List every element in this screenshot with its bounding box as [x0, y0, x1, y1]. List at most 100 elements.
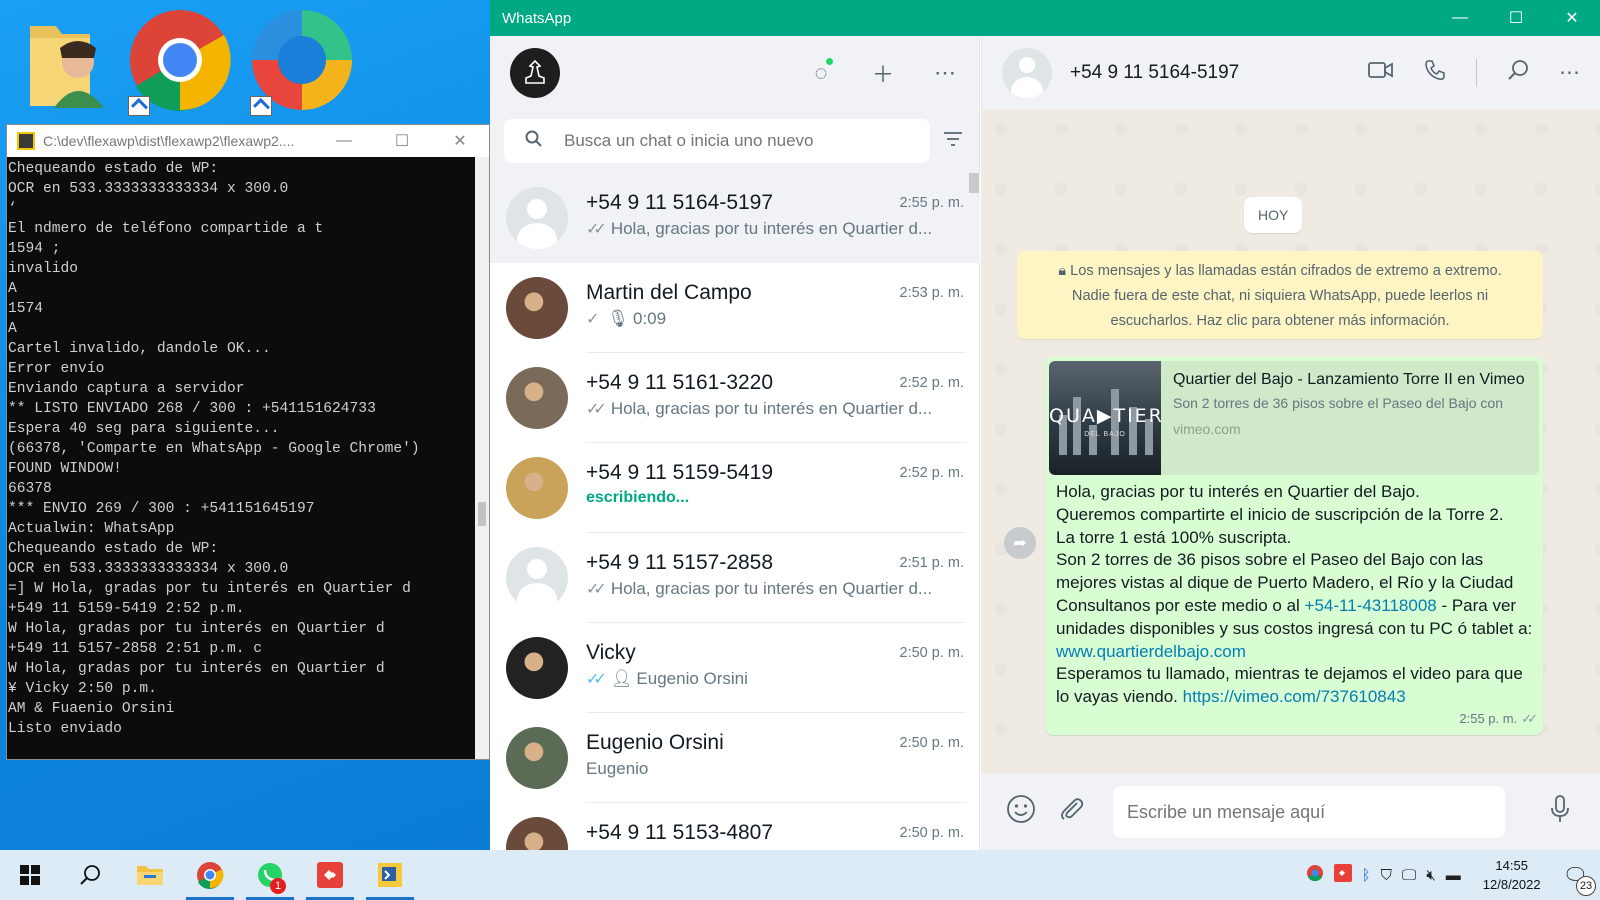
microphone-icon[interactable]	[1544, 794, 1576, 831]
console-line: Cartel invalido, dandole OK...	[8, 341, 271, 357]
console-app-icon	[17, 132, 35, 150]
anydesk-tray-icon[interactable]	[1333, 864, 1352, 886]
contact-name[interactable]: +54 9 11 5164-5197	[1070, 62, 1239, 84]
chat-avatar	[506, 637, 568, 699]
search-input[interactable]	[564, 131, 894, 151]
message-line: La torre 1 está 100% suscripta.	[1056, 527, 1292, 547]
encryption-notice[interactable]: 🔒︎ Los mensajes y las llamadas están cif…	[1017, 251, 1543, 339]
maximize-icon[interactable]: ☐	[1488, 8, 1544, 28]
day-label: HOY	[1244, 197, 1303, 233]
chat-list-pane: ◌ ＋ ⋯ +54 9 11 5164-51972:55 p. m.✓✓Hola…	[490, 36, 980, 850]
chat-item[interactable]: +54 9 11 5153-4807 2:50 p. m.	[490, 803, 980, 850]
video-call-icon[interactable]	[1368, 61, 1394, 85]
outgoing-message[interactable]: QUA▶TIER DEL BAJO Quartier del Bajo - La…	[1045, 357, 1543, 735]
console-scrollbar[interactable]	[475, 157, 489, 759]
minimize-icon[interactable]: —	[1432, 9, 1488, 27]
console-line: OCR en 533.3333333333334 x 300.0	[8, 181, 289, 197]
maximize-icon[interactable]: ☐	[373, 125, 431, 157]
chat-item[interactable]: +54 9 11 5164-5197 2:55 p. m. ✓✓ Hola, grac…	[490, 173, 980, 263]
file-explorer-icon[interactable]	[120, 850, 180, 900]
search-icon[interactable]	[1507, 59, 1529, 87]
bluetooth-icon[interactable]: ᛒ	[1362, 867, 1371, 884]
profile-avatar[interactable]	[510, 47, 560, 98]
search-row	[490, 109, 979, 173]
battery-icon[interactable]: ▬	[1446, 867, 1461, 884]
anydesk-taskbar-icon[interactable]	[300, 850, 360, 900]
forward-icon[interactable]: ➦	[1004, 527, 1036, 559]
whatsapp-taskbar-icon[interactable]: 1	[240, 850, 300, 900]
phone-link[interactable]: +54-11-43118008	[1305, 596, 1437, 615]
chat-item[interactable]: Eugenio Orsini 2:50 p. m. Eugenio	[490, 713, 980, 803]
new-chat-icon[interactable]: ＋	[869, 57, 897, 89]
whatsapp-titlebar[interactable]: WhatsApp — ☐ ✕	[490, 0, 1600, 36]
chat-time: 2:52 p. m.	[899, 375, 964, 391]
search-icon[interactable]	[60, 850, 120, 900]
console-line: Listo enviado	[8, 721, 122, 737]
console-line: +549 11 5157-2858 2:51 p.m. c	[8, 641, 262, 657]
emoji-icon[interactable]	[1005, 794, 1037, 831]
chat-item[interactable]: +54 9 11 5157-2858 2:51 p. m. ✓✓ Hola, grac…	[490, 533, 980, 623]
link-preview-domain: vimeo.com	[1173, 421, 1241, 437]
menu-icon[interactable]: ⋯	[931, 60, 959, 86]
console-window[interactable]: C:\dev\flexawp\dist\flexawp2\flexawp2...…	[6, 124, 490, 760]
user-folder-icon[interactable]	[20, 8, 130, 116]
chat-item[interactable]: Vicky 2:50 p. m. ✓✓ 👤︎ Eugenio Orsini	[490, 623, 980, 713]
website-link[interactable]: www.quartierdelbajo.com	[1056, 642, 1246, 661]
chat-preview: ✓✓ Hola, gracias por tu interés en Quarti…	[586, 579, 952, 599]
header-divider	[1476, 58, 1477, 87]
chat-avatar	[506, 547, 568, 609]
close-icon[interactable]: ✕	[431, 125, 489, 157]
volume-muted-icon[interactable]: 🔇︎	[1426, 867, 1435, 884]
conversation-pane: +54 9 11 5164-5197 ⋯ HOY 🔒︎ Los mensajes…	[981, 36, 1600, 850]
link-preview[interactable]: QUA▶TIER DEL BAJO Quartier del Bajo - La…	[1049, 361, 1539, 475]
system-tray: ᛒ ⛉ 🖵︎ 🔇︎ ▬ 14:55 12/8/2022 🗨︎ 23	[1306, 856, 1600, 896]
voice-call-icon[interactable]	[1424, 59, 1446, 87]
conversation-header[interactable]: +54 9 11 5164-5197 ⋯	[981, 36, 1600, 109]
clock-time: 14:55	[1495, 858, 1528, 873]
message-area[interactable]: HOY 🔒︎ Los mensajes y las llamadas están…	[981, 109, 1600, 774]
start-icon[interactable]	[0, 850, 60, 900]
console-titlebar[interactable]: C:\dev\flexawp\dist\flexawp2\flexawp2...…	[7, 125, 489, 157]
notifications-icon[interactable]: 🗨︎ 23	[1563, 863, 1596, 896]
chat-avatar	[506, 727, 568, 789]
microphone-icon: 🎙︎	[607, 309, 629, 328]
python-taskbar-icon[interactable]	[360, 850, 420, 900]
contact-avatar[interactable]	[1002, 47, 1052, 98]
search-box[interactable]	[504, 119, 930, 163]
chat-list-header: ◌ ＋ ⋯	[490, 36, 979, 109]
attach-icon[interactable]	[1055, 795, 1087, 830]
filter-icon[interactable]	[943, 131, 965, 152]
security-shield-icon[interactable]: ⛉	[1381, 867, 1392, 884]
desktop: C:\dev\flexawp\dist\flexawp2\flexawp2...…	[0, 0, 490, 850]
edge-shortcut-icon[interactable]	[250, 8, 360, 116]
encryption-line-1: Los mensajes y las llamadas están cifrad…	[1070, 263, 1502, 279]
chat-time: 2:50 p. m.	[899, 645, 964, 661]
console-line: Enviando captura a servidor	[8, 381, 245, 397]
console-output[interactable]: Chequeando estado de WP: OCR en 533.33333…	[7, 157, 477, 759]
lock-icon: 🔒︎	[1058, 263, 1067, 279]
console-line: ** LISTO ENVIADO 268 / 300 : +5411516247…	[8, 401, 376, 417]
chat-item[interactable]: +54 9 11 5161-3220 2:52 p. m. ✓✓ Hola, grac…	[490, 353, 980, 443]
chat-list-scrollbar[interactable]	[969, 173, 979, 193]
console-line: =] W Hola, gradas por tu interés en Quar…	[8, 581, 411, 597]
menu-icon[interactable]: ⋯	[1559, 60, 1580, 85]
chrome-tray-icon[interactable]	[1306, 864, 1324, 886]
chat-item[interactable]: Martin del Campo 2:53 p. m. ✓ 🎙︎ 0:09	[490, 263, 980, 353]
chat-avatar	[506, 457, 568, 519]
chrome-taskbar-icon[interactable]	[180, 850, 240, 900]
network-icon[interactable]: 🖵︎	[1402, 867, 1416, 884]
compose-bar	[981, 774, 1600, 850]
minimize-icon[interactable]: —	[315, 125, 373, 157]
message-input[interactable]	[1113, 786, 1505, 838]
chat-item[interactable]: +54 9 11 5159-5419 2:52 p. m. escribiendo.…	[490, 443, 980, 533]
chat-list[interactable]: +54 9 11 5164-5197 2:55 p. m. ✓✓ Hola, grac…	[490, 173, 980, 850]
chrome-shortcut-icon[interactable]	[128, 8, 238, 116]
clock[interactable]: 14:55 12/8/2022	[1483, 856, 1541, 894]
message-timestamp: 2:55 p. m. ✓✓	[1459, 711, 1538, 726]
console-line: Espera 40 seg para siguiente...	[8, 421, 280, 437]
search-icon[interactable]	[504, 130, 564, 153]
close-icon[interactable]: ✕	[1544, 8, 1600, 28]
video-link[interactable]: https://vimeo.com/737610843	[1183, 687, 1406, 706]
chat-preview-text: Hola, gracias por tu interés en Quartier…	[610, 219, 933, 238]
status-icon[interactable]: ◌	[807, 57, 835, 86]
